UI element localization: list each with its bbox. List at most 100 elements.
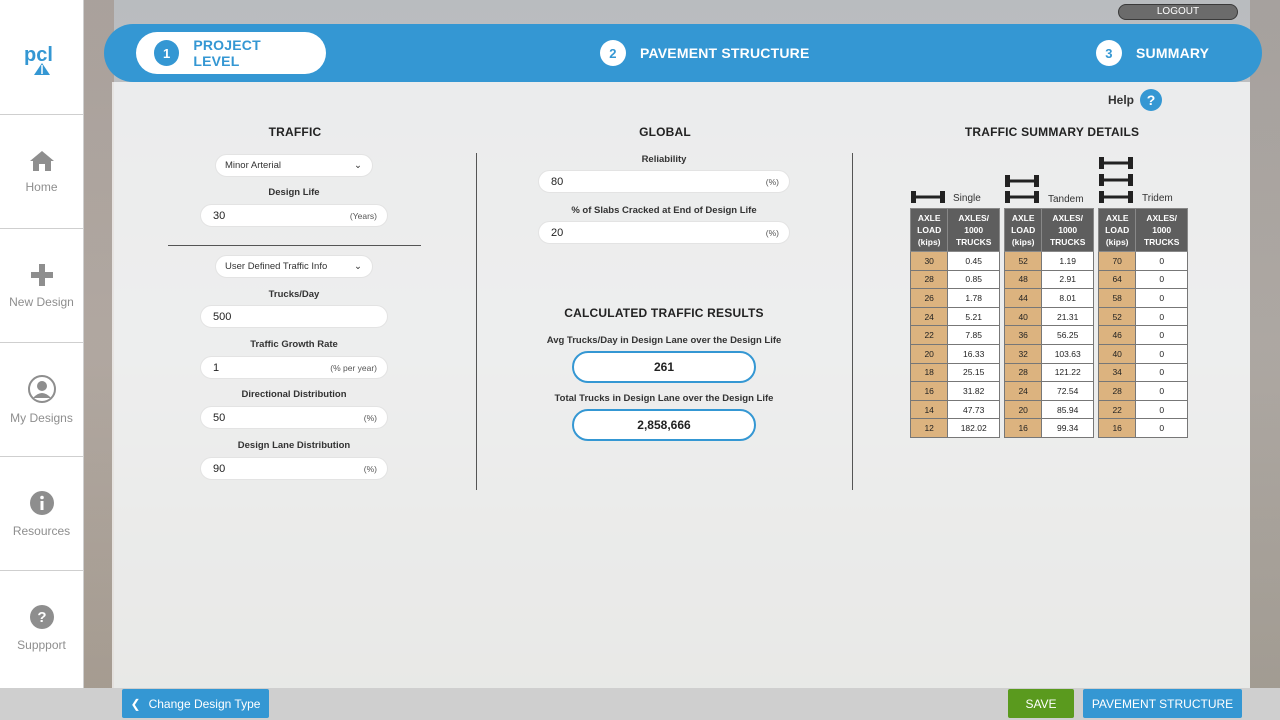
axle-load-cell: 34 [1097,362,1137,383]
single-axle-table: AXLE LOAD (kips) AXLES/ 1000 TRUCKS 30 0.… [909,208,1000,438]
axles-per-1000-cell: 0 [1135,306,1188,327]
trucks-day-label: Trucks/Day [268,289,320,300]
axle-load-cell: 22 [1097,399,1137,420]
trucks-day-field[interactable]: 500 [200,305,388,328]
table-row: 18 25.15 [909,362,1000,383]
axles-per-1000-cell: 31.82 [947,381,1000,401]
tridem-axle-table: AXLE LOAD (kips) AXLES/ 1000 TRUCKS 70 0 6… [1097,208,1188,438]
chevron-left-icon: ❮ [130,696,141,711]
axles-per-1000-cell: 21.31 [1041,306,1094,327]
user-icon [27,374,56,403]
table-row: 34 0 [1097,362,1188,383]
design-life-unit: (Years) [349,210,377,221]
axle-load-cell: 24 [909,306,949,327]
table-row: 24 5.21 [909,306,1000,327]
sidebar-item-my-designs[interactable]: My Designs [0,343,83,457]
axle-load-cell: 58 [1097,288,1137,308]
table-row: 22 7.85 [909,325,1000,345]
step-number: 2 [600,40,626,66]
axle-load-cell: 28 [1003,362,1043,383]
table-row: 44 8.01 [1003,288,1094,308]
total-trucks-label: Total Trucks in Design Lane over the Des… [554,393,774,404]
axles-per-1000-cell: 7.85 [947,325,1000,345]
axle-load-cell: 20 [909,343,949,364]
question-icon: ? [29,605,54,629]
save-button[interactable]: SAVE [1008,689,1074,718]
axles-per-1000-cell: 0 [1135,269,1188,290]
column-header: AXLE LOAD (kips) [909,208,949,252]
column-header: AXLES/ 1000 TRUCKS [947,208,1000,252]
sidebar-item-support[interactable]: ? Suppport [0,571,83,685]
logo[interactable]: pcl [0,0,83,115]
svg-text:pcl: pcl [24,44,53,66]
step-label: PROJECT LEVEL [193,37,261,69]
axle-load-cell: 52 [1003,251,1043,271]
table-row: 22 0 [1097,399,1188,420]
axles-per-1000-cell: 5.21 [947,306,1000,327]
axles-per-1000-cell: 103.63 [1041,343,1094,364]
table-row: 16 99.34 [1003,418,1094,438]
avg-trucks-result: 261 [572,351,756,383]
design-life-label: Design Life [268,187,320,198]
table-row: 20 85.94 [1003,399,1094,420]
axles-per-1000-cell: 0 [1135,325,1188,345]
design-life-field[interactable]: 30 (Years) [200,204,388,227]
sidebar-item-resources[interactable]: Resources [0,457,83,571]
step-summary[interactable]: 3 SUMMARY [1096,32,1209,74]
table-row: 28 0 [1097,381,1188,401]
axles-per-1000-cell: 47.73 [947,399,1000,420]
total-trucks-result: 2,858,666 [572,409,756,441]
growth-rate-unit: (% per year) [330,362,377,373]
column-divider [476,153,477,490]
table-row: 24 72.54 [1003,381,1094,401]
lane-distribution-value: 90 [213,462,226,475]
change-design-type-label: Change Design Type [148,696,261,711]
column-header: AXLE LOAD (kips) [1003,208,1043,252]
step-label: SUMMARY [1136,45,1210,61]
directional-field[interactable]: 50 (%) [200,406,388,429]
axles-per-1000-cell: 0.85 [947,269,1000,290]
axle-load-cell: 28 [1097,381,1137,401]
axle-load-cell: 70 [1097,251,1137,271]
tridem-axle-label: Tridem [1142,193,1173,204]
axles-per-1000-cell: 0 [1135,381,1188,401]
pavement-structure-button[interactable]: PAVEMENT STRUCTURE [1083,689,1242,718]
step-project-level[interactable]: 1 PROJECT LEVEL [136,32,326,74]
table-row: 32 103.63 [1003,343,1094,364]
axle-load-cell: 26 [909,288,949,308]
growth-rate-field[interactable]: 1 (% per year) [200,356,388,379]
traffic-divider [168,245,421,246]
axles-per-1000-cell: 1.78 [947,288,1000,308]
results-heading: CALCULATED TRAFFIC RESULTS [564,306,764,320]
step-pavement-structure[interactable]: 2 PAVEMENT STRUCTURE [600,32,810,74]
axle-load-cell: 46 [1097,325,1137,345]
step-label: PAVEMENT STRUCTURE [640,45,810,61]
step-number: 1 [154,40,180,66]
road-class-select[interactable]: Minor Arterial ⌄ [215,154,373,177]
axles-per-1000-cell: 85.94 [1041,399,1094,420]
axle-load-cell: 44 [1003,288,1043,308]
traffic-info-select[interactable]: User Defined Traffic Info ⌄ [215,255,373,278]
axle-load-cell: 14 [909,399,949,420]
directional-unit: (%) [363,412,377,423]
lane-distribution-unit: (%) [363,463,377,474]
tridem-axle-icon [1099,157,1133,203]
axles-per-1000-cell: 72.54 [1041,381,1094,401]
axle-load-cell: 48 [1003,269,1043,290]
reliability-field[interactable]: 80 (%) [538,170,790,193]
pcl-logo-icon: pcl [24,44,53,75]
sidebar-item-new-design[interactable]: New Design [0,229,83,343]
sidebar-item-home[interactable]: Home [0,115,83,229]
table-row: 20 16.33 [909,343,1000,364]
axle-load-cell: 30 [909,251,949,271]
logout-button[interactable]: LOGOUT [1118,4,1238,20]
change-design-type-button[interactable]: ❮ Change Design Type [122,689,269,718]
lane-distribution-field[interactable]: 90 (%) [200,457,388,480]
summary-heading: TRAFFIC SUMMARY DETAILS [964,125,1140,139]
help-link[interactable]: Help ? [1108,89,1163,111]
slabs-cracked-field[interactable]: 20 (%) [538,221,790,244]
sidebar-item-label: My Designs [10,410,73,425]
table-row: 40 0 [1097,343,1188,364]
table-row: 40 21.31 [1003,306,1094,327]
axle-load-cell: 24 [1003,381,1043,401]
